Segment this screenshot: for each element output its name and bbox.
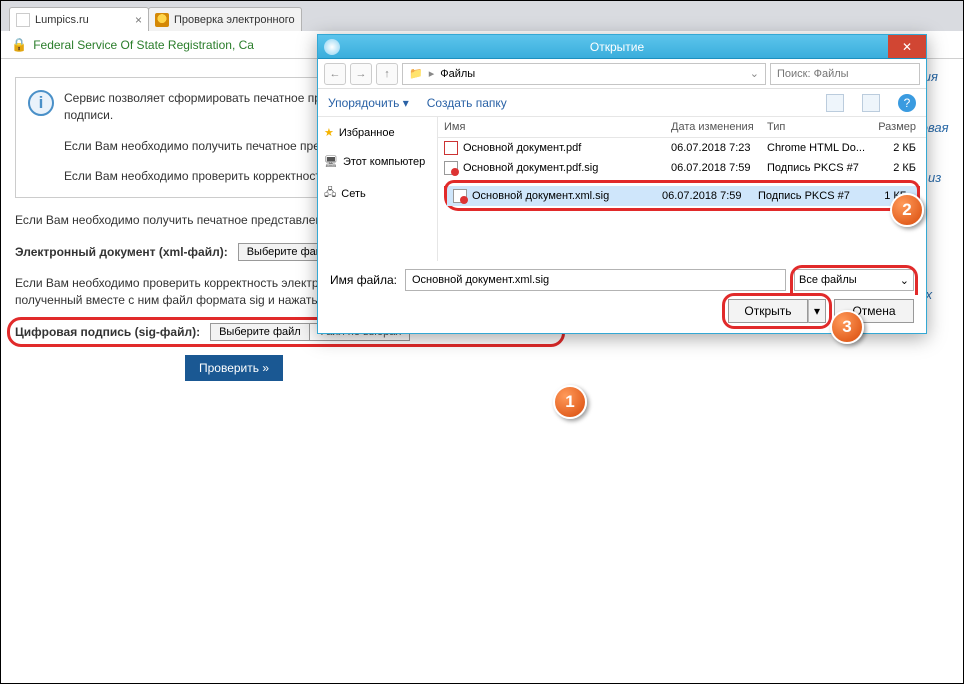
chevron-right-icon: ▸ [429, 67, 435, 80]
lock-icon: 🔒 [11, 37, 27, 53]
tree-network[interactable]: 🖧 Сеть [322, 181, 433, 206]
breadcrumb-item[interactable]: Файлы [440, 68, 475, 80]
col-type[interactable]: Тип [761, 117, 871, 137]
breadcrumb[interactable]: 📁 ▸ Файлы ⌄ [402, 63, 766, 85]
view-options-button[interactable] [826, 94, 844, 112]
file-date: 06.07.2018 7:23 [665, 138, 761, 158]
dialog-nav-row: ← → ↑ 📁 ▸ Файлы ⌄ [318, 59, 926, 89]
nav-back-button[interactable]: ← [324, 63, 346, 85]
tree-label: Сеть [341, 188, 365, 200]
folder-icon: 📁 [409, 67, 423, 80]
tree-label: Избранное [339, 127, 395, 139]
choose-sig-button[interactable]: Выберите файл [210, 323, 310, 341]
check-button[interactable]: Проверить » [185, 355, 283, 381]
file-name: Основной документ.xml.sig [472, 190, 609, 202]
open-button[interactable]: Открыть [728, 299, 808, 323]
file-size: 2 КБ [871, 138, 926, 158]
filename-input[interactable] [405, 269, 786, 291]
star-icon: ★ [324, 126, 334, 139]
sig-file-label: Цифровая подпись (sig-файл): [15, 325, 200, 339]
chevron-down-icon: ⌄ [900, 274, 909, 287]
tab-rosreestr[interactable]: Проверка электронного [148, 7, 302, 31]
chevron-down-icon[interactable]: ⌄ [750, 67, 759, 80]
tree-favorites[interactable]: ★ Избранное [322, 123, 433, 142]
tree-label: Этот компьютер [343, 156, 425, 168]
highlight-top [444, 180, 920, 190]
col-size[interactable]: Размер [871, 117, 926, 137]
file-type: Chrome HTML Do... [761, 138, 871, 158]
pc-icon: 🖥 [324, 155, 338, 168]
open-dropdown-button[interactable]: ▾ [808, 299, 826, 323]
dialog-titlebar: Открытие ✕ [318, 35, 926, 59]
info-icon: i [28, 90, 54, 116]
favicon-icon [155, 13, 169, 27]
address-text: Federal Service Of State Registration, C… [33, 38, 254, 52]
search-input[interactable] [770, 63, 920, 85]
favicon-icon [16, 13, 30, 27]
app-icon [324, 39, 340, 55]
new-folder-button[interactable]: Создать папку [427, 96, 507, 110]
filetype-select[interactable]: Все файлы ⌄ [794, 269, 914, 291]
xml-file-label: Электронный документ (xml-файл): [15, 245, 228, 259]
tab-label: Lumpics.ru [35, 14, 89, 26]
tab-label: Проверка электронного [174, 14, 295, 26]
sig-icon [444, 161, 458, 175]
file-name: Основной документ.pdf.sig [463, 162, 598, 174]
sig-icon [453, 189, 467, 203]
file-size: 2 КБ [871, 158, 926, 178]
folder-tree: ★ Избранное 🖥 Этот компьютер 🖧 Сеть [318, 117, 438, 261]
dialog-title: Открытие [346, 40, 888, 54]
organize-menu[interactable]: Упорядочить ▾ [328, 96, 409, 110]
dialog-body: ★ Избранное 🖥 Этот компьютер 🖧 Сеть Имя Дат… [318, 117, 926, 261]
preview-pane-button[interactable] [862, 94, 880, 112]
col-name[interactable]: Имя [438, 117, 665, 137]
file-name: Основной документ.pdf [463, 142, 581, 154]
browser-tabs: Lumpics.ru × Проверка электронного [1, 1, 963, 31]
tab-lumpics[interactable]: Lumpics.ru × [9, 7, 149, 31]
file-row[interactable]: Основной документ.pdf 06.07.2018 7:23 Ch… [438, 138, 926, 158]
pdf-icon [444, 141, 458, 155]
step-badge-1: 1 [553, 385, 587, 419]
filename-label: Имя файла: [330, 273, 397, 287]
file-list: Имя Дата изменения Тип Размер Основной д… [438, 117, 926, 261]
open-button-wrap: Открыть ▾ [728, 299, 826, 323]
file-list-header: Имя Дата изменения Тип Размер [438, 117, 926, 138]
close-icon[interactable]: × [135, 13, 142, 27]
tree-this-pc[interactable]: 🖥 Этот компьютер [322, 152, 433, 171]
nav-up-button[interactable]: ↑ [376, 63, 398, 85]
col-date[interactable]: Дата изменения [665, 117, 761, 137]
file-date: 06.07.2018 7:59 [665, 158, 761, 178]
dialog-toolbar: Упорядочить ▾ Создать папку ? [318, 89, 926, 117]
file-type: Подпись PKCS #7 [761, 158, 871, 178]
open-file-dialog: Открытие ✕ ← → ↑ 📁 ▸ Файлы ⌄ Упорядочить… [317, 34, 927, 334]
help-button[interactable]: ? [898, 94, 916, 112]
file-row[interactable]: Основной документ.pdf.sig 06.07.2018 7:5… [438, 158, 926, 178]
network-icon: 🖧 [324, 184, 336, 203]
dialog-close-button[interactable]: ✕ [888, 35, 926, 58]
filetype-value: Все файлы [799, 274, 857, 286]
nav-forward-button[interactable]: → [350, 63, 372, 85]
step-badge-2: 2 [890, 193, 924, 227]
step-badge-3: 3 [830, 310, 864, 344]
